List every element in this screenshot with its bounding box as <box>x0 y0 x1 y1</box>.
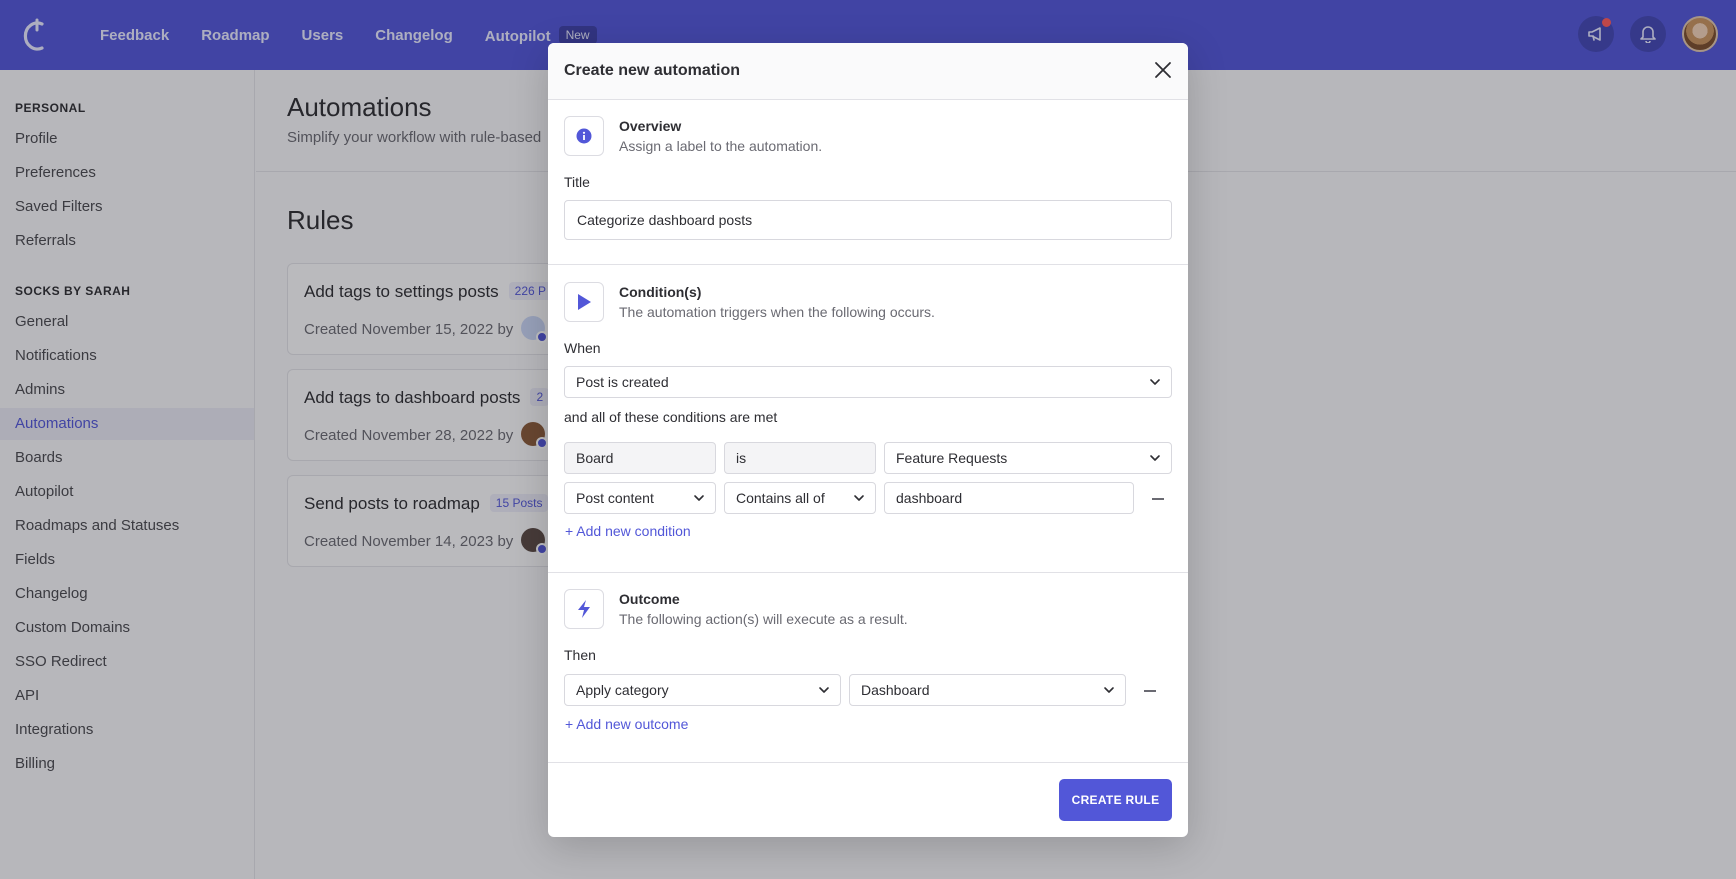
overview-title: Overview <box>619 118 682 134</box>
conditions-title: Condition(s) <box>619 284 702 300</box>
overview-icon-box <box>564 116 604 156</box>
condition-field-select[interactable]: Post content <box>564 482 716 514</box>
outcome-description: The following action(s) will execute as … <box>619 611 908 627</box>
condition-field-board: Board <box>564 442 716 474</box>
create-rule-button[interactable]: CREATE RULE <box>1059 779 1172 821</box>
board-value-text: Feature Requests <box>896 450 1008 466</box>
outcome-category-select[interactable]: Dashboard <box>849 674 1126 706</box>
chevron-down-icon <box>1150 379 1160 385</box>
condition-value-input[interactable]: dashboard <box>884 482 1134 514</box>
outcome-icon-box <box>564 589 604 629</box>
chevron-down-icon <box>1150 455 1160 461</box>
conditions-icon-box <box>564 282 604 322</box>
trigger-select[interactable]: Post is created <box>564 366 1172 398</box>
condition-operator-is: is <box>724 442 876 474</box>
trigger-select-value: Post is created <box>576 374 669 390</box>
conditions-met-label: and all of these conditions are met <box>564 409 778 425</box>
outcome-section: Outcome The following action(s) will exe… <box>548 573 1188 763</box>
overview-description: Assign a label to the automation. <box>619 138 823 154</box>
then-label: Then <box>564 647 596 663</box>
condition-field-text: Post content <box>576 490 654 506</box>
remove-condition-icon[interactable] <box>1152 498 1164 500</box>
overview-section: Overview Assign a label to the automatio… <box>548 100 1188 265</box>
play-icon <box>578 294 591 310</box>
close-icon[interactable] <box>1152 59 1174 81</box>
lightning-icon <box>578 600 590 618</box>
outcome-action-select[interactable]: Apply category <box>564 674 841 706</box>
chevron-down-icon <box>819 687 829 693</box>
condition-operator-text: Contains all of <box>736 490 825 506</box>
chevron-down-icon <box>854 495 864 501</box>
info-icon <box>576 128 592 144</box>
outcome-action-text: Apply category <box>576 682 669 698</box>
outcome-title: Outcome <box>619 591 680 607</box>
modal-title: Create new automation <box>564 62 741 79</box>
remove-outcome-icon[interactable] <box>1144 690 1156 692</box>
when-label: When <box>564 340 601 356</box>
conditions-section: Condition(s) The automation triggers whe… <box>548 265 1188 573</box>
board-value-select[interactable]: Feature Requests <box>884 442 1172 474</box>
conditions-description: The automation triggers when the followi… <box>619 304 935 320</box>
title-field-label: Title <box>564 174 590 190</box>
modal-header: Create new automation <box>548 43 1188 100</box>
outcome-category-text: Dashboard <box>861 682 930 698</box>
add-condition-link[interactable]: + Add new condition <box>565 523 691 539</box>
chevron-down-icon <box>694 495 704 501</box>
create-automation-modal: Create new automation Overview Assign a … <box>548 43 1188 837</box>
add-outcome-link[interactable]: + Add new outcome <box>565 716 688 732</box>
condition-operator-select[interactable]: Contains all of <box>724 482 876 514</box>
title-input[interactable]: Categorize dashboard posts <box>564 200 1172 240</box>
chevron-down-icon <box>1104 687 1114 693</box>
